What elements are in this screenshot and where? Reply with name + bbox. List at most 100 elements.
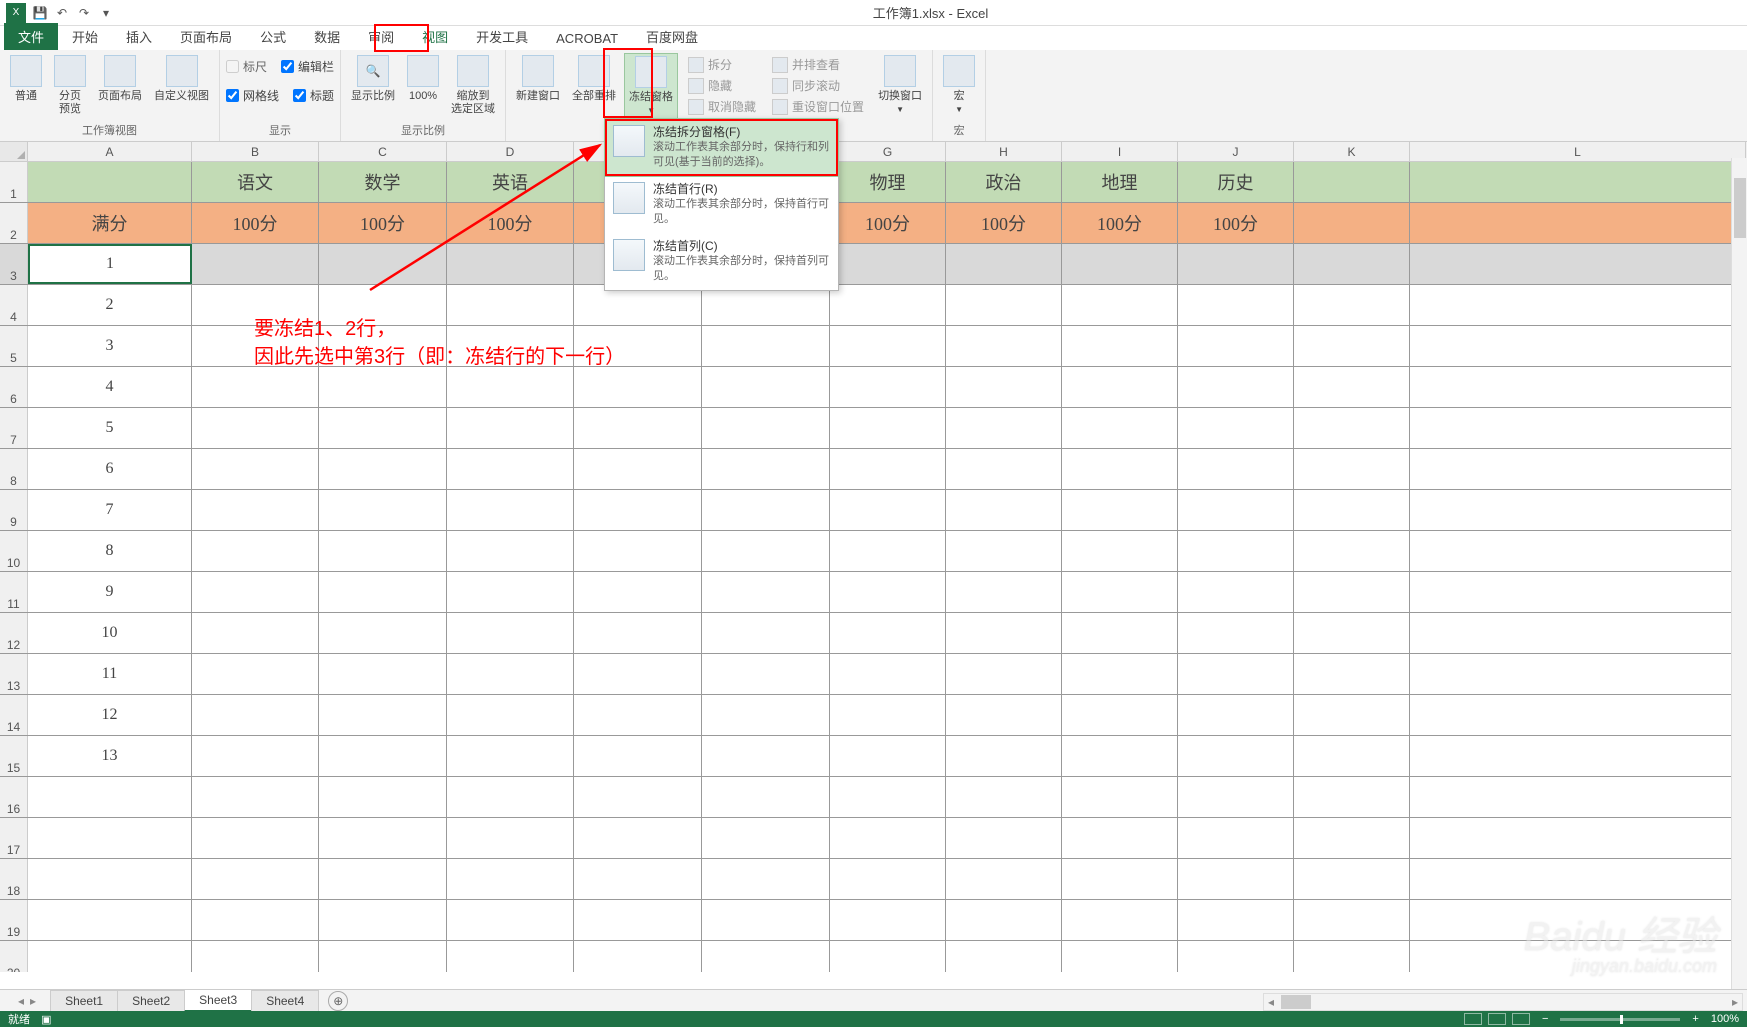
cell-I15[interactable] — [1062, 736, 1178, 776]
cell-H18[interactable] — [946, 859, 1062, 899]
cell-A16[interactable] — [28, 777, 192, 817]
cell-C17[interactable] — [319, 818, 447, 858]
cell-J19[interactable] — [1178, 900, 1294, 940]
cell-E10[interactable] — [574, 531, 702, 571]
cell-L7[interactable] — [1410, 408, 1746, 448]
cell-G20[interactable] — [830, 941, 946, 972]
cell-K16[interactable] — [1294, 777, 1410, 817]
sheet-tab-4[interactable]: Sheet4 — [251, 990, 319, 1011]
cell-J5[interactable] — [1178, 326, 1294, 366]
cell-B20[interactable] — [192, 941, 319, 972]
cell-K15[interactable] — [1294, 736, 1410, 776]
save-icon[interactable]: 💾 — [32, 5, 48, 21]
cell-G7[interactable] — [830, 408, 946, 448]
cell-H12[interactable] — [946, 613, 1062, 653]
cell-D9[interactable] — [447, 490, 574, 530]
cell-D2[interactable]: 100分 — [447, 203, 574, 243]
cell-L12[interactable] — [1410, 613, 1746, 653]
cell-F19[interactable] — [702, 900, 830, 940]
macro-record-icon[interactable]: ▣ — [41, 1014, 51, 1026]
tab-home[interactable]: 开始 — [58, 23, 112, 50]
cell-L16[interactable] — [1410, 777, 1746, 817]
cell-J16[interactable] — [1178, 777, 1294, 817]
col-header-L[interactable]: L — [1410, 142, 1746, 161]
zoom-slider[interactable] — [1560, 1018, 1680, 1021]
cell-K7[interactable] — [1294, 408, 1410, 448]
cell-K19[interactable] — [1294, 900, 1410, 940]
row-header-14[interactable]: 14 — [0, 695, 28, 735]
cell-C16[interactable] — [319, 777, 447, 817]
cell-G14[interactable] — [830, 695, 946, 735]
cell-J12[interactable] — [1178, 613, 1294, 653]
cell-J1[interactable]: 历史 — [1178, 162, 1294, 202]
cell-I17[interactable] — [1062, 818, 1178, 858]
view-custom-button[interactable]: 自定义视图 — [150, 53, 213, 105]
cell-A18[interactable] — [28, 859, 192, 899]
cell-K1[interactable] — [1294, 162, 1410, 202]
cell-K8[interactable] — [1294, 449, 1410, 489]
cell-J20[interactable] — [1178, 941, 1294, 972]
cell-J2[interactable]: 100分 — [1178, 203, 1294, 243]
tab-insert[interactable]: 插入 — [112, 23, 166, 50]
cell-G3[interactable] — [830, 244, 946, 284]
sheet-tab-1[interactable]: Sheet1 — [50, 990, 118, 1011]
view-normal-button[interactable]: 普通 — [6, 53, 46, 105]
view-pagelayout-status[interactable] — [1488, 1013, 1506, 1025]
redo-icon[interactable]: ↷ — [76, 5, 92, 21]
cell-I8[interactable] — [1062, 449, 1178, 489]
cell-C7[interactable] — [319, 408, 447, 448]
cell-G17[interactable] — [830, 818, 946, 858]
cell-K18[interactable] — [1294, 859, 1410, 899]
cell-G5[interactable] — [830, 326, 946, 366]
cell-A2[interactable]: 满分 — [28, 203, 192, 243]
cell-A13[interactable]: 11 — [28, 654, 192, 694]
row-header-17[interactable]: 17 — [0, 818, 28, 858]
cell-F9[interactable] — [702, 490, 830, 530]
cell-I3[interactable] — [1062, 244, 1178, 284]
chk-headings[interactable]: 标题 — [293, 86, 334, 105]
cell-F13[interactable] — [702, 654, 830, 694]
tab-acrobat[interactable]: ACROBAT — [542, 27, 632, 50]
cell-H3[interactable] — [946, 244, 1062, 284]
cell-L8[interactable] — [1410, 449, 1746, 489]
row-header-6[interactable]: 6 — [0, 367, 28, 407]
cell-G19[interactable] — [830, 900, 946, 940]
cell-F18[interactable] — [702, 859, 830, 899]
cell-B3[interactable] — [192, 244, 319, 284]
cell-D17[interactable] — [447, 818, 574, 858]
cell-A12[interactable]: 10 — [28, 613, 192, 653]
cell-K13[interactable] — [1294, 654, 1410, 694]
zoom-level[interactable]: 100% — [1711, 1013, 1739, 1025]
cell-F10[interactable] — [702, 531, 830, 571]
cell-L4[interactable] — [1410, 285, 1746, 325]
cell-E4[interactable] — [574, 285, 702, 325]
row-header-16[interactable]: 16 — [0, 777, 28, 817]
switch-windows-button[interactable]: 切换窗口▼ — [874, 53, 926, 118]
side-by-side-button[interactable]: 并排查看 — [770, 55, 866, 74]
cell-E15[interactable] — [574, 736, 702, 776]
cell-K6[interactable] — [1294, 367, 1410, 407]
cell-D7[interactable] — [447, 408, 574, 448]
cell-B11[interactable] — [192, 572, 319, 612]
cell-H11[interactable] — [946, 572, 1062, 612]
cell-G4[interactable] — [830, 285, 946, 325]
cell-J17[interactable] — [1178, 818, 1294, 858]
cell-D15[interactable] — [447, 736, 574, 776]
cell-E5[interactable] — [574, 326, 702, 366]
row-header-2[interactable]: 2 — [0, 203, 28, 243]
cell-L11[interactable] — [1410, 572, 1746, 612]
cell-I16[interactable] — [1062, 777, 1178, 817]
cell-C9[interactable] — [319, 490, 447, 530]
cell-L2[interactable] — [1410, 203, 1746, 243]
cell-K17[interactable] — [1294, 818, 1410, 858]
cell-A3[interactable]: 1 — [28, 244, 192, 284]
cell-L20[interactable] — [1410, 941, 1746, 972]
cell-C6[interactable] — [319, 367, 447, 407]
cell-B2[interactable]: 100分 — [192, 203, 319, 243]
cell-C13[interactable] — [319, 654, 447, 694]
freeze-first-col-item[interactable]: 冻结首列(C)滚动工作表其余部分时，保持首列可见。 — [605, 233, 838, 290]
reset-position-button[interactable]: 重设窗口位置 — [770, 97, 866, 116]
cell-C20[interactable] — [319, 941, 447, 972]
cell-E9[interactable] — [574, 490, 702, 530]
cell-H7[interactable] — [946, 408, 1062, 448]
